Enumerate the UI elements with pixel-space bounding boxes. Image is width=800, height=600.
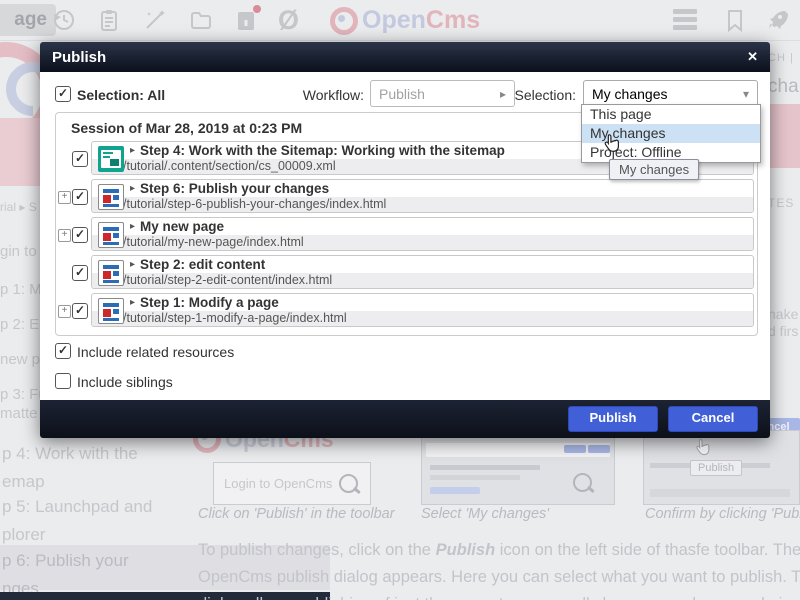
bookmark-icon (722, 7, 748, 33)
session-header: Session of Mar 28, 2019 at 0:23 PM (71, 120, 302, 136)
dialog-thumbnail (421, 430, 615, 505)
expand-icon[interactable]: ▸ (130, 183, 135, 194)
include-siblings-checkbox[interactable] (55, 373, 71, 389)
sidebar-item-active: p 6: Publish your (2, 551, 129, 571)
resource-path: /tutorial/my-new-page/index.html (92, 235, 753, 250)
resource-path: /tutorial/step-2-edit-content/index.html (92, 273, 753, 288)
close-icon[interactable]: ✕ (747, 49, 758, 65)
login-thumbnail: Login to OpenCms (213, 462, 371, 505)
sites-fragment: TES (768, 196, 794, 210)
magnifier-icon (573, 473, 592, 492)
resource-checkbox[interactable] (72, 227, 88, 243)
resource-path: /tutorial/step-6-publish-your-changes/in… (92, 197, 753, 212)
folder-icon (188, 7, 214, 33)
thumbnail-caption: Select 'My changes' (421, 506, 549, 522)
publish-button[interactable]: Publish (568, 406, 658, 432)
text-fragment: d firs (768, 323, 798, 339)
background-publish-tooltip: Publish (690, 460, 742, 476)
text-fragment: nake (768, 306, 798, 322)
dropdown-tooltip: My changes (609, 159, 699, 180)
heading-fragment: cha (768, 76, 799, 98)
resource-row[interactable]: ▸Step 6: Publish your changes /tutorial/… (91, 179, 754, 213)
selection-select[interactable]: My changes▾ (583, 80, 758, 107)
show-related-plus[interactable] (58, 229, 71, 242)
sidebar-item: emap (2, 472, 45, 492)
resource-checkbox[interactable] (72, 189, 88, 205)
search-fragment: CH | (768, 52, 794, 64)
publish-dialog: Publish ✕ Selection: All Workflow: Publi… (40, 42, 770, 438)
body-paragraph: To publish changes, click on the Publish… (198, 537, 800, 600)
resource-row[interactable]: ▸Step 2: edit content /tutorial/step-2-e… (91, 255, 754, 289)
thumbnail-caption: Confirm by clicking 'Publish (645, 506, 800, 522)
screen: age Ø OpenCms (0, 0, 800, 600)
dropdown-option-this-page[interactable]: This page (582, 105, 760, 124)
thumbnail-caption: Click on 'Publish' in the toolbar (198, 506, 395, 522)
sidebar-fragment: new p (0, 351, 40, 368)
sidebar-fragment: matte (0, 405, 38, 422)
content-section-icon (98, 146, 124, 172)
chevron-right-icon: ▸ (500, 87, 506, 101)
include-related-checkbox[interactable] (55, 343, 71, 359)
sidebar-item: plorer (2, 525, 45, 545)
background-code-box (0, 118, 40, 186)
selection-all-label: Selection: All (77, 87, 165, 103)
workflow-label: Workflow: (280, 87, 364, 103)
notification-dot (253, 5, 261, 13)
container-page-icon (98, 260, 124, 286)
selection-all-checkbox[interactable] (55, 86, 71, 102)
hand-cursor-icon (601, 133, 623, 155)
container-page-icon (98, 222, 124, 248)
breadcrumb-fragment: rial ▸ S (0, 200, 37, 214)
container-page-icon (98, 184, 124, 210)
info-icon (233, 7, 259, 33)
resource-checkbox[interactable] (72, 303, 88, 319)
expand-icon[interactable]: ▸ (130, 145, 135, 156)
expand-icon[interactable]: ▸ (130, 297, 135, 308)
include-siblings-label: Include siblings (77, 374, 173, 390)
resource-row[interactable]: ▸Step 1: Modify a page /tutorial/step-1-… (91, 293, 754, 327)
selection-label: Selection: (508, 87, 576, 103)
publish-rocket-icon (764, 7, 790, 33)
resource-checkbox[interactable] (72, 265, 88, 281)
show-related-plus[interactable] (58, 191, 71, 204)
dialog-footer: Publish Cancel (40, 400, 770, 438)
sidebar-item: p 5: Launchpad and (2, 497, 152, 517)
menu-icon (673, 9, 699, 35)
background-cursor-icon (693, 438, 713, 458)
opencms-logo: OpenCms (330, 6, 480, 35)
resource-checkbox[interactable] (72, 151, 88, 167)
cancel-button[interactable]: Cancel (668, 406, 758, 432)
wand-icon (142, 7, 168, 33)
page-button: age (0, 4, 56, 36)
hidden-elements-icon: Ø (278, 7, 304, 33)
clipboard-icon (96, 7, 122, 33)
container-page-icon (98, 298, 124, 324)
expand-icon[interactable]: ▸ (130, 221, 135, 232)
include-related-label: Include related resources (77, 344, 234, 360)
chevron-down-icon: ▾ (743, 87, 749, 101)
resource-row[interactable]: ▸My new page /tutorial/my-new-page/index… (91, 217, 754, 251)
magnifier-icon (339, 474, 358, 493)
show-related-plus[interactable] (58, 305, 71, 318)
background-toolbar: age Ø OpenCms (0, 0, 800, 41)
dialog-title: Publish (52, 49, 106, 66)
opencms-logo-mark (330, 7, 358, 35)
workflow-select[interactable]: Publish▸ (370, 80, 515, 107)
sidebar-item: p 4: Work with the (2, 444, 138, 464)
resource-path: /tutorial/step-1-modify-a-page/index.htm… (92, 311, 753, 326)
dialog-header[interactable]: Publish ✕ (40, 42, 770, 72)
expand-icon[interactable]: ▸ (130, 259, 135, 270)
history-icon (50, 7, 76, 33)
